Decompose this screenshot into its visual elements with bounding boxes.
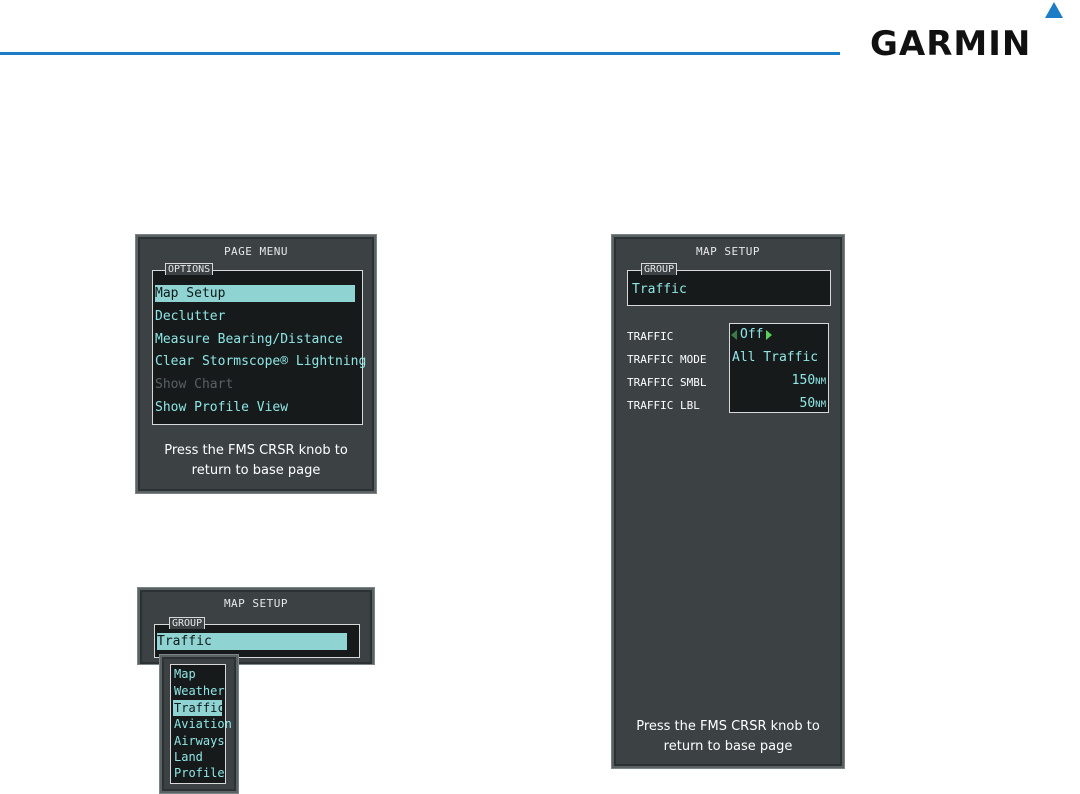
group-label-small: GROUP	[169, 617, 206, 629]
map-setup-note: Press the FMS CRSR knob to return to bas…	[614, 717, 842, 757]
traffic-mode-value[interactable]: All Traffic	[732, 350, 818, 365]
dropdown-option-profile[interactable]: Profile	[174, 765, 225, 781]
map-setup-title-small: MAP SETUP	[223, 597, 289, 610]
traffic-smbl-number: 150	[791, 373, 816, 388]
group-box: Traffic	[627, 270, 831, 306]
traffic-toggle[interactable]: Off	[731, 327, 773, 342]
map-setup-panel: MAP SETUP Traffic GROUP TRAFFIC TRAFFIC …	[612, 235, 844, 768]
menu-item-show-chart: Show Chart	[155, 377, 234, 392]
menu-item-map-setup[interactable]: Map Setup	[155, 285, 355, 302]
group-dropdown-list: Map Weather Traffic Aviation Airways Lan…	[160, 655, 238, 793]
dropdown-option-map[interactable]: Map	[174, 666, 196, 682]
traffic-smbl-label: TRAFFIC SMBL	[627, 376, 707, 389]
map-setup-title: MAP SETUP	[695, 245, 761, 258]
note-line-2: return to base page	[191, 463, 321, 478]
menu-item-show-profile-view[interactable]: Show Profile View	[155, 399, 288, 416]
right-arrow-icon	[766, 329, 773, 340]
traffic-lbl-number: 50	[799, 396, 816, 411]
page-menu-panel: PAGE MENU Map Setup Declutter Measure Be…	[136, 235, 376, 493]
menu-item-declutter[interactable]: Declutter	[155, 308, 225, 325]
map-setup-group-panel: MAP SETUP Traffic GROUP	[138, 588, 374, 664]
group-select-traffic[interactable]: Traffic	[157, 633, 347, 650]
traffic-lbl-label: TRAFFIC LBL	[627, 399, 700, 412]
traffic-lbl-value[interactable]: 50NM	[800, 396, 827, 411]
header-rule	[0, 52, 840, 55]
traffic-values-box: Off All Traffic 150NM 50NM	[729, 323, 829, 413]
group-box-small: Traffic	[154, 624, 360, 658]
group-label: GROUP	[641, 263, 678, 275]
logo-triangle-icon	[1045, 2, 1063, 18]
traffic-smbl-unit: NM	[815, 377, 826, 387]
menu-item-measure-bearing[interactable]: Measure Bearing/Distance	[155, 331, 343, 348]
traffic-lbl-unit: NM	[815, 400, 826, 410]
dropdown-option-aviation[interactable]: Aviation	[174, 716, 232, 732]
dropdown-option-traffic[interactable]: Traffic	[173, 700, 225, 716]
left-arrow-icon	[731, 329, 737, 340]
traffic-value: Off	[740, 327, 764, 342]
dropdown-option-weather[interactable]: Weather	[174, 683, 225, 699]
garmin-logo: GARMIN	[870, 2, 1076, 64]
traffic-label: TRAFFIC	[627, 330, 674, 343]
dropdown-option-airways[interactable]: Airways	[174, 733, 225, 749]
note-line-1: Press the FMS CRSR knob to	[164, 443, 348, 458]
traffic-smbl-value[interactable]: 150NM	[792, 373, 826, 388]
group-value-traffic[interactable]: Traffic	[632, 281, 687, 298]
group-dropdown-box: Map Weather Traffic Aviation Airways Lan…	[170, 664, 232, 784]
menu-item-clear-stormscope[interactable]: Clear Stormscope® Lightning	[155, 353, 366, 370]
logo-text: GARMIN	[870, 24, 1032, 64]
page-menu-note: Press the FMS CRSR knob to return to bas…	[138, 441, 374, 481]
options-box: Map Setup Declutter Measure Bearing/Dist…	[152, 270, 366, 425]
map-note-line-2: return to base page	[663, 739, 793, 754]
page-menu-title: PAGE MENU	[223, 245, 289, 258]
traffic-mode-label: TRAFFIC MODE	[627, 353, 707, 366]
dropdown-option-land[interactable]: Land	[174, 749, 203, 765]
map-note-line-1: Press the FMS CRSR knob to	[636, 719, 820, 734]
options-group-label: OPTIONS	[165, 263, 214, 275]
